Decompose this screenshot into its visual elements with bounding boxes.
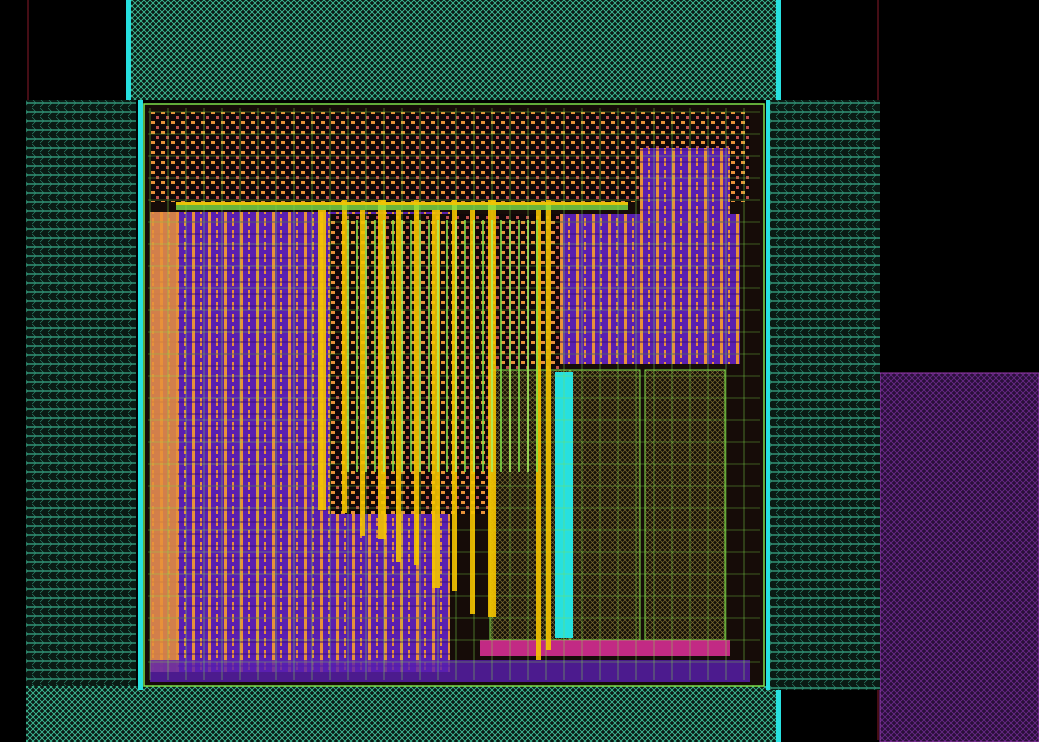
pad-right[interactable] (770, 100, 880, 690)
poly-route (360, 210, 365, 536)
magenta-bar (480, 640, 730, 656)
poly-route (396, 210, 401, 562)
poly-route (342, 200, 347, 513)
poly-route (546, 200, 551, 650)
pad-top[interactable] (128, 0, 780, 100)
poly-route (414, 200, 419, 565)
poly-route (318, 210, 326, 510)
right-cell-block[interactable] (560, 214, 740, 364)
nwell-region[interactable] (879, 372, 1039, 742)
horizontal-bus (176, 202, 628, 210)
pad-bottom[interactable] (26, 686, 780, 742)
pad-left[interactable] (26, 100, 136, 686)
chip-layout-canvas[interactable] (0, 0, 1039, 742)
